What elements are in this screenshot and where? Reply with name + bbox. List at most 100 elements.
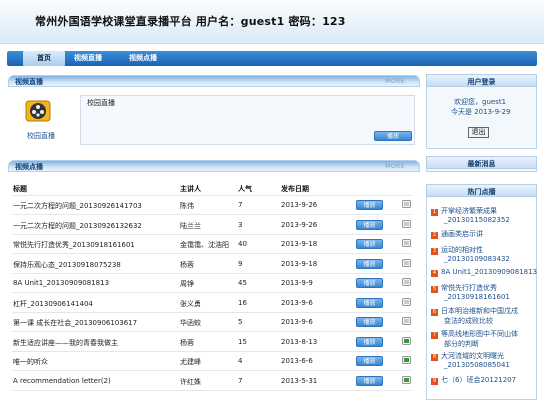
vod-row-views: 5	[238, 318, 243, 326]
download-icon[interactable]	[402, 317, 411, 325]
live-icon-label[interactable]: 校园直播	[27, 131, 55, 141]
download-icon[interactable]	[402, 298, 411, 306]
popular-item[interactable]: 8 大河流域的文明曙光	[431, 351, 504, 361]
vod-row-speaker: 杨蓉	[180, 339, 194, 347]
popular-item[interactable]: 6 日本明治维新和中国戊戌	[431, 306, 518, 316]
popular-item-title[interactable]: 常悦先行打造优秀	[441, 284, 497, 292]
vod-row-title[interactable]: 保持乐观心态_20130918075238	[13, 260, 121, 270]
vod-row-title[interactable]: 一元二次方程的问题_20130926132632	[13, 221, 142, 231]
download-icon[interactable]	[402, 337, 411, 345]
vod-play-button[interactable]: 播放	[356, 298, 383, 308]
popular-item[interactable]: 4 8A Unit1_20130909081813	[431, 268, 537, 277]
popular-item[interactable]: 2 通画类启示讲	[431, 229, 483, 239]
popular-item[interactable]: 7 等高线地形图中不同山体	[431, 329, 518, 339]
vod-row-date: 2013-9-18	[281, 260, 318, 268]
vod-panel-header: 视频点播 MORE	[8, 160, 420, 172]
popular-rank-badge: 1	[431, 209, 438, 216]
col-header-title: 标题	[13, 185, 27, 193]
popular-item[interactable]: 1 开掌经济繁荣成果	[431, 206, 497, 216]
vod-more-link[interactable]: MORE	[385, 163, 405, 170]
vod-play-button[interactable]: 播放	[356, 200, 383, 210]
vod-play-button[interactable]: 播放	[356, 356, 383, 366]
nav-vod[interactable]: 视频点播	[123, 51, 163, 66]
page-title: 常州外国语学校课堂直录播平台 用户名：guest1 密码：123	[35, 15, 346, 28]
popular-rank-badge: 6	[431, 309, 438, 316]
vod-row-title[interactable]: 一元二次方程的问题_20130926141703	[13, 201, 142, 211]
popular-item[interactable]: 9 七（6）班会20121207	[431, 375, 516, 385]
popular-item-subtitle[interactable]: _20130109083432	[444, 255, 510, 263]
download-icon[interactable]	[402, 259, 411, 267]
popular-item-subtitle[interactable]: _20130115082352	[444, 216, 510, 224]
popular-item-title[interactable]: 运动的相对性	[441, 246, 483, 254]
popular-item-subtitle[interactable]: 部分的判断	[444, 339, 479, 349]
vod-row-title[interactable]: A recommendation letter(2)	[13, 377, 111, 385]
popular-item-title[interactable]: 大河流域的文明曙光	[441, 352, 504, 360]
vod-row-views: 45	[238, 279, 247, 287]
header-divider	[12, 195, 412, 196]
vod-row-date: 2013-9-26	[281, 221, 318, 229]
vod-row-title[interactable]: 第一课 成长在社会_20130906103617	[13, 318, 137, 328]
vod-row-title[interactable]: 常悦先行打造优秀_20130918161601	[13, 240, 135, 250]
vod-row-date: 2013-6-6	[281, 357, 313, 365]
vod-row-speaker: 陈伟	[180, 202, 194, 210]
film-reel-icon[interactable]	[25, 98, 51, 124]
popular-item-title[interactable]: 七（6）班会20121207	[441, 376, 516, 384]
vod-panel-title: 视频点播	[15, 163, 43, 171]
login-header: 用户登录	[426, 74, 537, 87]
popular-item-title[interactable]: 日本明治维新和中国戊戌	[441, 307, 518, 315]
popular-item-title[interactable]: 等高线地形图中不同山体	[441, 330, 518, 338]
vod-play-button[interactable]: 播放	[356, 220, 383, 230]
logout-button[interactable]: 退出	[468, 127, 489, 138]
vod-row-title[interactable]: 杠杆_20130906141404	[13, 299, 93, 309]
login-title: 用户登录	[467, 78, 496, 86]
popular-item-title[interactable]: 开掌经济繁荣成果	[441, 207, 497, 215]
download-icon[interactable]	[402, 278, 411, 286]
vod-row-date: 2013-9-6	[281, 318, 313, 326]
vod-row-speaker: 张义勇	[180, 300, 201, 308]
vod-play-button[interactable]: 播放	[356, 376, 383, 386]
news-title: 最新消息	[467, 160, 496, 168]
live-panel-title: 视频直播	[15, 78, 43, 86]
vod-row-views: 7	[238, 377, 243, 385]
popular-item-title[interactable]: 8A Unit1_20130909081813	[441, 268, 537, 276]
vod-row-title[interactable]: 新生适应讲座——我的青春我做主	[13, 338, 118, 348]
popular-item-title[interactable]: 通画类启示讲	[441, 230, 483, 238]
vod-play-button[interactable]: 播放	[356, 239, 383, 249]
popular-item[interactable]: 5 常悦先行打造优秀	[431, 283, 497, 293]
row-divider	[12, 370, 412, 371]
vod-row-title[interactable]: 唯一的听众	[13, 357, 48, 367]
vod-row-title[interactable]: 8A Unit1_20130909081813	[13, 279, 109, 287]
vod-row-date: 2013-8-13	[281, 338, 318, 346]
live-channel-box	[80, 95, 415, 145]
row-divider	[12, 253, 412, 254]
popular-rank-badge: 3	[431, 248, 438, 255]
vod-play-button[interactable]: 播放	[356, 337, 383, 347]
vod-row-views: 16	[238, 299, 247, 307]
vod-play-button[interactable]: 播放	[356, 278, 383, 288]
download-icon[interactable]	[402, 239, 411, 247]
vod-row-speaker: 尤建峰	[180, 358, 201, 366]
nav-home[interactable]: 首页	[23, 51, 65, 66]
live-channel-name[interactable]: 校园直播	[87, 98, 115, 108]
live-panel-header: 视频直播 MORE	[8, 75, 420, 87]
row-divider	[12, 331, 412, 332]
row-divider	[12, 292, 412, 293]
popular-item-subtitle[interactable]: _20130508085041	[444, 361, 510, 369]
vod-row-speaker: 陆兰兰	[180, 222, 201, 230]
download-icon[interactable]	[402, 356, 411, 364]
vod-play-button[interactable]: 播放	[356, 259, 383, 269]
popular-item-subtitle[interactable]: 变法的成败比较	[444, 316, 493, 326]
download-icon[interactable]	[402, 220, 411, 228]
live-more-link[interactable]: MORE	[385, 78, 405, 85]
col-header-views: 人气	[238, 185, 252, 193]
vod-row-speaker: 金霭霭、沈浩阳	[180, 241, 229, 249]
live-play-button[interactable]: 播放	[374, 131, 412, 141]
vod-row-speaker: 杨蓉	[180, 261, 194, 269]
vod-row-speaker: 华函蛟	[180, 319, 201, 327]
download-icon[interactable]	[402, 376, 411, 384]
nav-live[interactable]: 视频直播	[68, 51, 108, 66]
download-icon[interactable]	[402, 200, 411, 208]
popular-item[interactable]: 3 运动的相对性	[431, 245, 483, 255]
popular-item-subtitle[interactable]: _20130918161601	[444, 293, 510, 301]
vod-play-button[interactable]: 播放	[356, 317, 383, 327]
